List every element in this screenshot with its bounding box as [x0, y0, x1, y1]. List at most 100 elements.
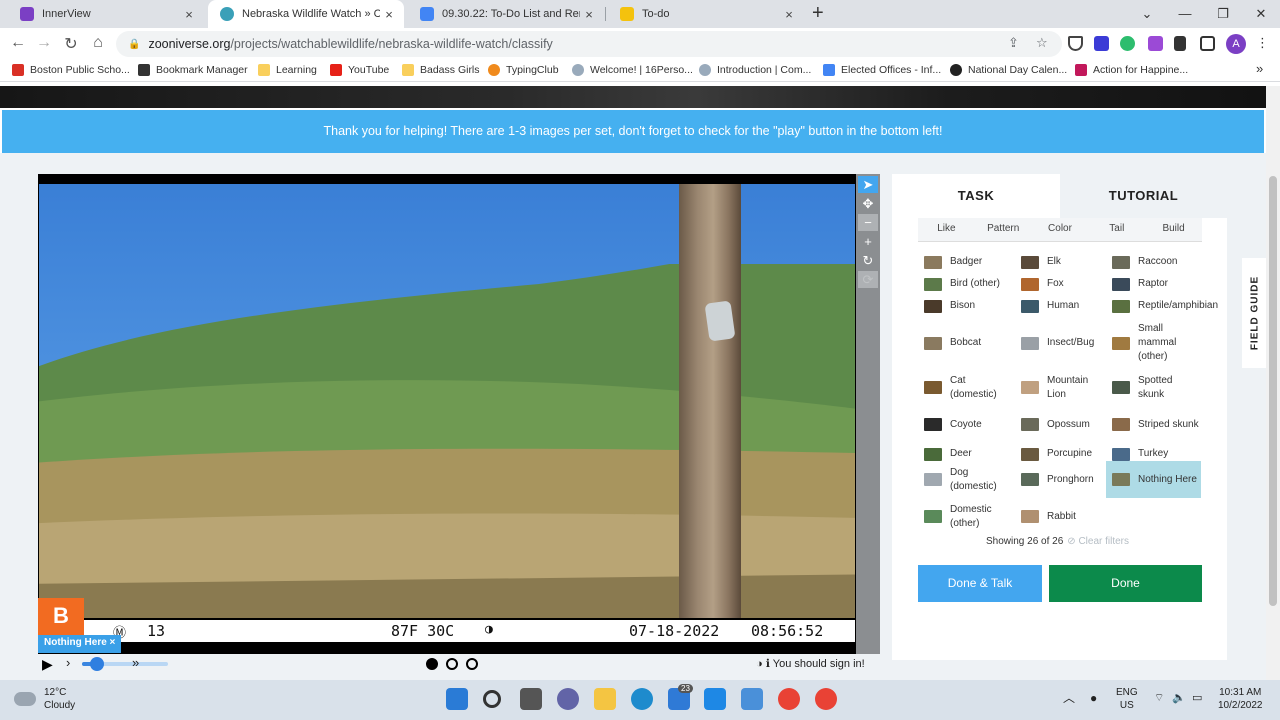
bookmark-item[interactable]: Introduction | Com... [699, 64, 811, 76]
contrast-icon[interactable]: ◑ [756, 658, 763, 670]
puzzle-extension-icon[interactable] [1148, 36, 1163, 51]
start-icon[interactable] [446, 688, 468, 710]
grammarly-icon[interactable] [1120, 36, 1135, 51]
choice-dog-domestic[interactable]: Dog (domestic) [918, 461, 1012, 498]
choice-badger[interactable]: Badger [918, 251, 1012, 273]
pointer-icon[interactable]: ➤ [858, 176, 878, 193]
filter-build[interactable]: Build [1145, 218, 1202, 241]
frame-dot-2[interactable] [446, 658, 458, 670]
choice-elk[interactable]: Elk [1015, 251, 1103, 273]
zoom-in-icon[interactable]: + [858, 233, 878, 250]
bookmark-item[interactable]: National Day Calen... [950, 64, 1067, 76]
choice-fox[interactable]: Fox [1015, 273, 1103, 295]
close-window-icon[interactable]: ✕ [1242, 0, 1280, 28]
tab-innerview[interactable]: InnerView × [8, 0, 204, 28]
task-view-icon[interactable] [520, 688, 542, 710]
choice-spotted-skunk[interactable]: Spotted skunk [1106, 369, 1201, 406]
profile-avatar[interactable]: A [1226, 34, 1246, 54]
bookmark-item[interactable]: Action for Happine... [1075, 64, 1188, 76]
filter-color[interactable]: Color [1032, 218, 1089, 241]
bookmark-item[interactable]: Welcome! | 16Perso... [572, 64, 693, 76]
bookmark-item[interactable]: Elected Offices - Inf... [823, 64, 941, 76]
speed-faster-icon[interactable]: » [132, 655, 139, 670]
bookmark-item[interactable]: Bookmark Manager [138, 64, 248, 76]
info-icon[interactable]: ℹ [766, 658, 770, 670]
speed-slider-handle[interactable] [89, 657, 104, 671]
battery-icon[interactable]: ▭ [1192, 692, 1202, 705]
menu-kebab-icon[interactable]: ⋮ [1256, 35, 1269, 51]
bookmark-item[interactable]: TypingClub [488, 64, 559, 76]
choice-nothing-here[interactable]: Nothing Here [1106, 461, 1201, 498]
choice-raptor[interactable]: Raptor [1106, 273, 1201, 295]
volume-icon[interactable]: 🔈 [1172, 692, 1186, 705]
choice-bison[interactable]: Bison [918, 295, 1012, 317]
bookmark-item[interactable]: YouTube [330, 64, 389, 76]
field-guide-tab[interactable]: FIELD GUIDE [1242, 258, 1266, 368]
tab-task[interactable]: TASK [892, 174, 1060, 218]
done-and-talk-button[interactable]: Done & Talk [918, 565, 1042, 602]
camera-trap-image[interactable] [39, 184, 855, 618]
tab-search-icon[interactable]: ⌄ [1128, 0, 1166, 28]
choice-striped-skunk[interactable]: Striped skunk [1106, 406, 1201, 443]
scrollbar-thumb[interactable] [1269, 176, 1277, 606]
pan-icon[interactable]: ✥ [858, 195, 878, 212]
file-explorer-icon[interactable] [594, 688, 616, 710]
chat-icon[interactable] [557, 688, 579, 710]
filter-like[interactable]: Like [918, 218, 975, 241]
choice-pronghorn[interactable]: Pronghorn [1015, 461, 1103, 498]
zoom-out-icon[interactable]: − [858, 214, 878, 231]
clock[interactable]: 10:31 AM 10/2/2022 [1218, 686, 1263, 712]
store-icon[interactable] [741, 688, 763, 710]
home-icon[interactable]: ⌂ [88, 34, 108, 52]
choice-coyote[interactable]: Coyote [918, 406, 1012, 443]
wifi-icon[interactable]: ⌔ [1154, 692, 1164, 705]
choice-human[interactable]: Human [1015, 295, 1103, 317]
filter-tail[interactable]: Tail [1088, 218, 1145, 241]
tab-close-icon[interactable]: × [180, 7, 198, 22]
tab-close-icon[interactable]: × [380, 7, 398, 22]
tab-close-icon[interactable]: × [580, 7, 598, 22]
bookmark-item[interactable]: Boston Public Scho... [12, 64, 130, 76]
choice-rabbit[interactable]: Rabbit [1015, 498, 1103, 535]
chrome-profile-icon[interactable] [815, 688, 837, 710]
filter-pattern[interactable]: Pattern [975, 218, 1032, 241]
done-button[interactable]: Done [1049, 565, 1202, 602]
choice-opossum[interactable]: Opossum [1015, 406, 1103, 443]
back-icon[interactable]: ← [8, 34, 28, 52]
restore-icon[interactable]: ❐ [1204, 0, 1242, 28]
chrome-icon[interactable] [778, 688, 800, 710]
tray-overflow-icon[interactable]: ︿ [1063, 692, 1075, 705]
new-tab-icon[interactable]: + [812, 2, 824, 25]
edge-icon[interactable] [631, 688, 653, 710]
choice-bird-other[interactable]: Bird (other) [918, 273, 1012, 295]
reload-icon[interactable]: ↻ [61, 34, 81, 54]
extensions-icon[interactable] [1174, 36, 1186, 51]
share-icon[interactable]: ⇪ [1008, 35, 1019, 51]
rotate-icon[interactable]: ↻ [858, 252, 878, 269]
sign-in-notice[interactable]: ◑ ℹ You should sign in! [756, 657, 865, 670]
nothing-here-badge[interactable]: Nothing Here × [38, 635, 122, 653]
minimize-icon[interactable]: — [1166, 0, 1204, 28]
bookmark-item[interactable]: Learning [258, 64, 317, 76]
choice-cat-domestic[interactable]: Cat (domestic) [918, 369, 1012, 406]
tab-nebraska-wildlife-watch[interactable]: Nebraska Wildlife Watch » Classif × [208, 0, 404, 28]
shield-extension-icon[interactable] [1068, 36, 1083, 51]
choice-domestic-other[interactable]: Domestic (other) [918, 498, 1012, 535]
speed-slower-icon[interactable]: › [66, 655, 70, 670]
language-indicator[interactable]: ENG US [1116, 686, 1138, 712]
l-app-icon[interactable] [704, 688, 726, 710]
choice-small-mammal-other[interactable]: Small mammal (other) [1106, 317, 1201, 369]
search-icon[interactable] [483, 690, 501, 708]
bookmark-item[interactable]: Badass Girls [402, 64, 480, 76]
choice-bobcat[interactable]: Bobcat [918, 317, 1012, 369]
tray-app-icon[interactable]: ● [1090, 692, 1097, 705]
side-panel-icon[interactable] [1200, 36, 1215, 51]
choice-mountain-lion[interactable]: Mountain Lion [1015, 369, 1103, 406]
address-bar[interactable]: 🔒 zooniverse.org/projects/watchablewildl… [116, 31, 1062, 57]
choice-reptile-amphibian[interactable]: Reptile/amphibian [1106, 295, 1218, 317]
weather-widget[interactable]: 12°C Cloudy [14, 686, 75, 712]
subject-viewer[interactable]: Ⓜ 13 87F 30C ◑ 07-18-2022 08:56:52 [38, 174, 856, 654]
forward-icon[interactable]: → [34, 34, 54, 52]
choice-insect-bug[interactable]: Insect/Bug [1015, 317, 1103, 369]
play-icon[interactable]: ▶ [42, 656, 53, 673]
